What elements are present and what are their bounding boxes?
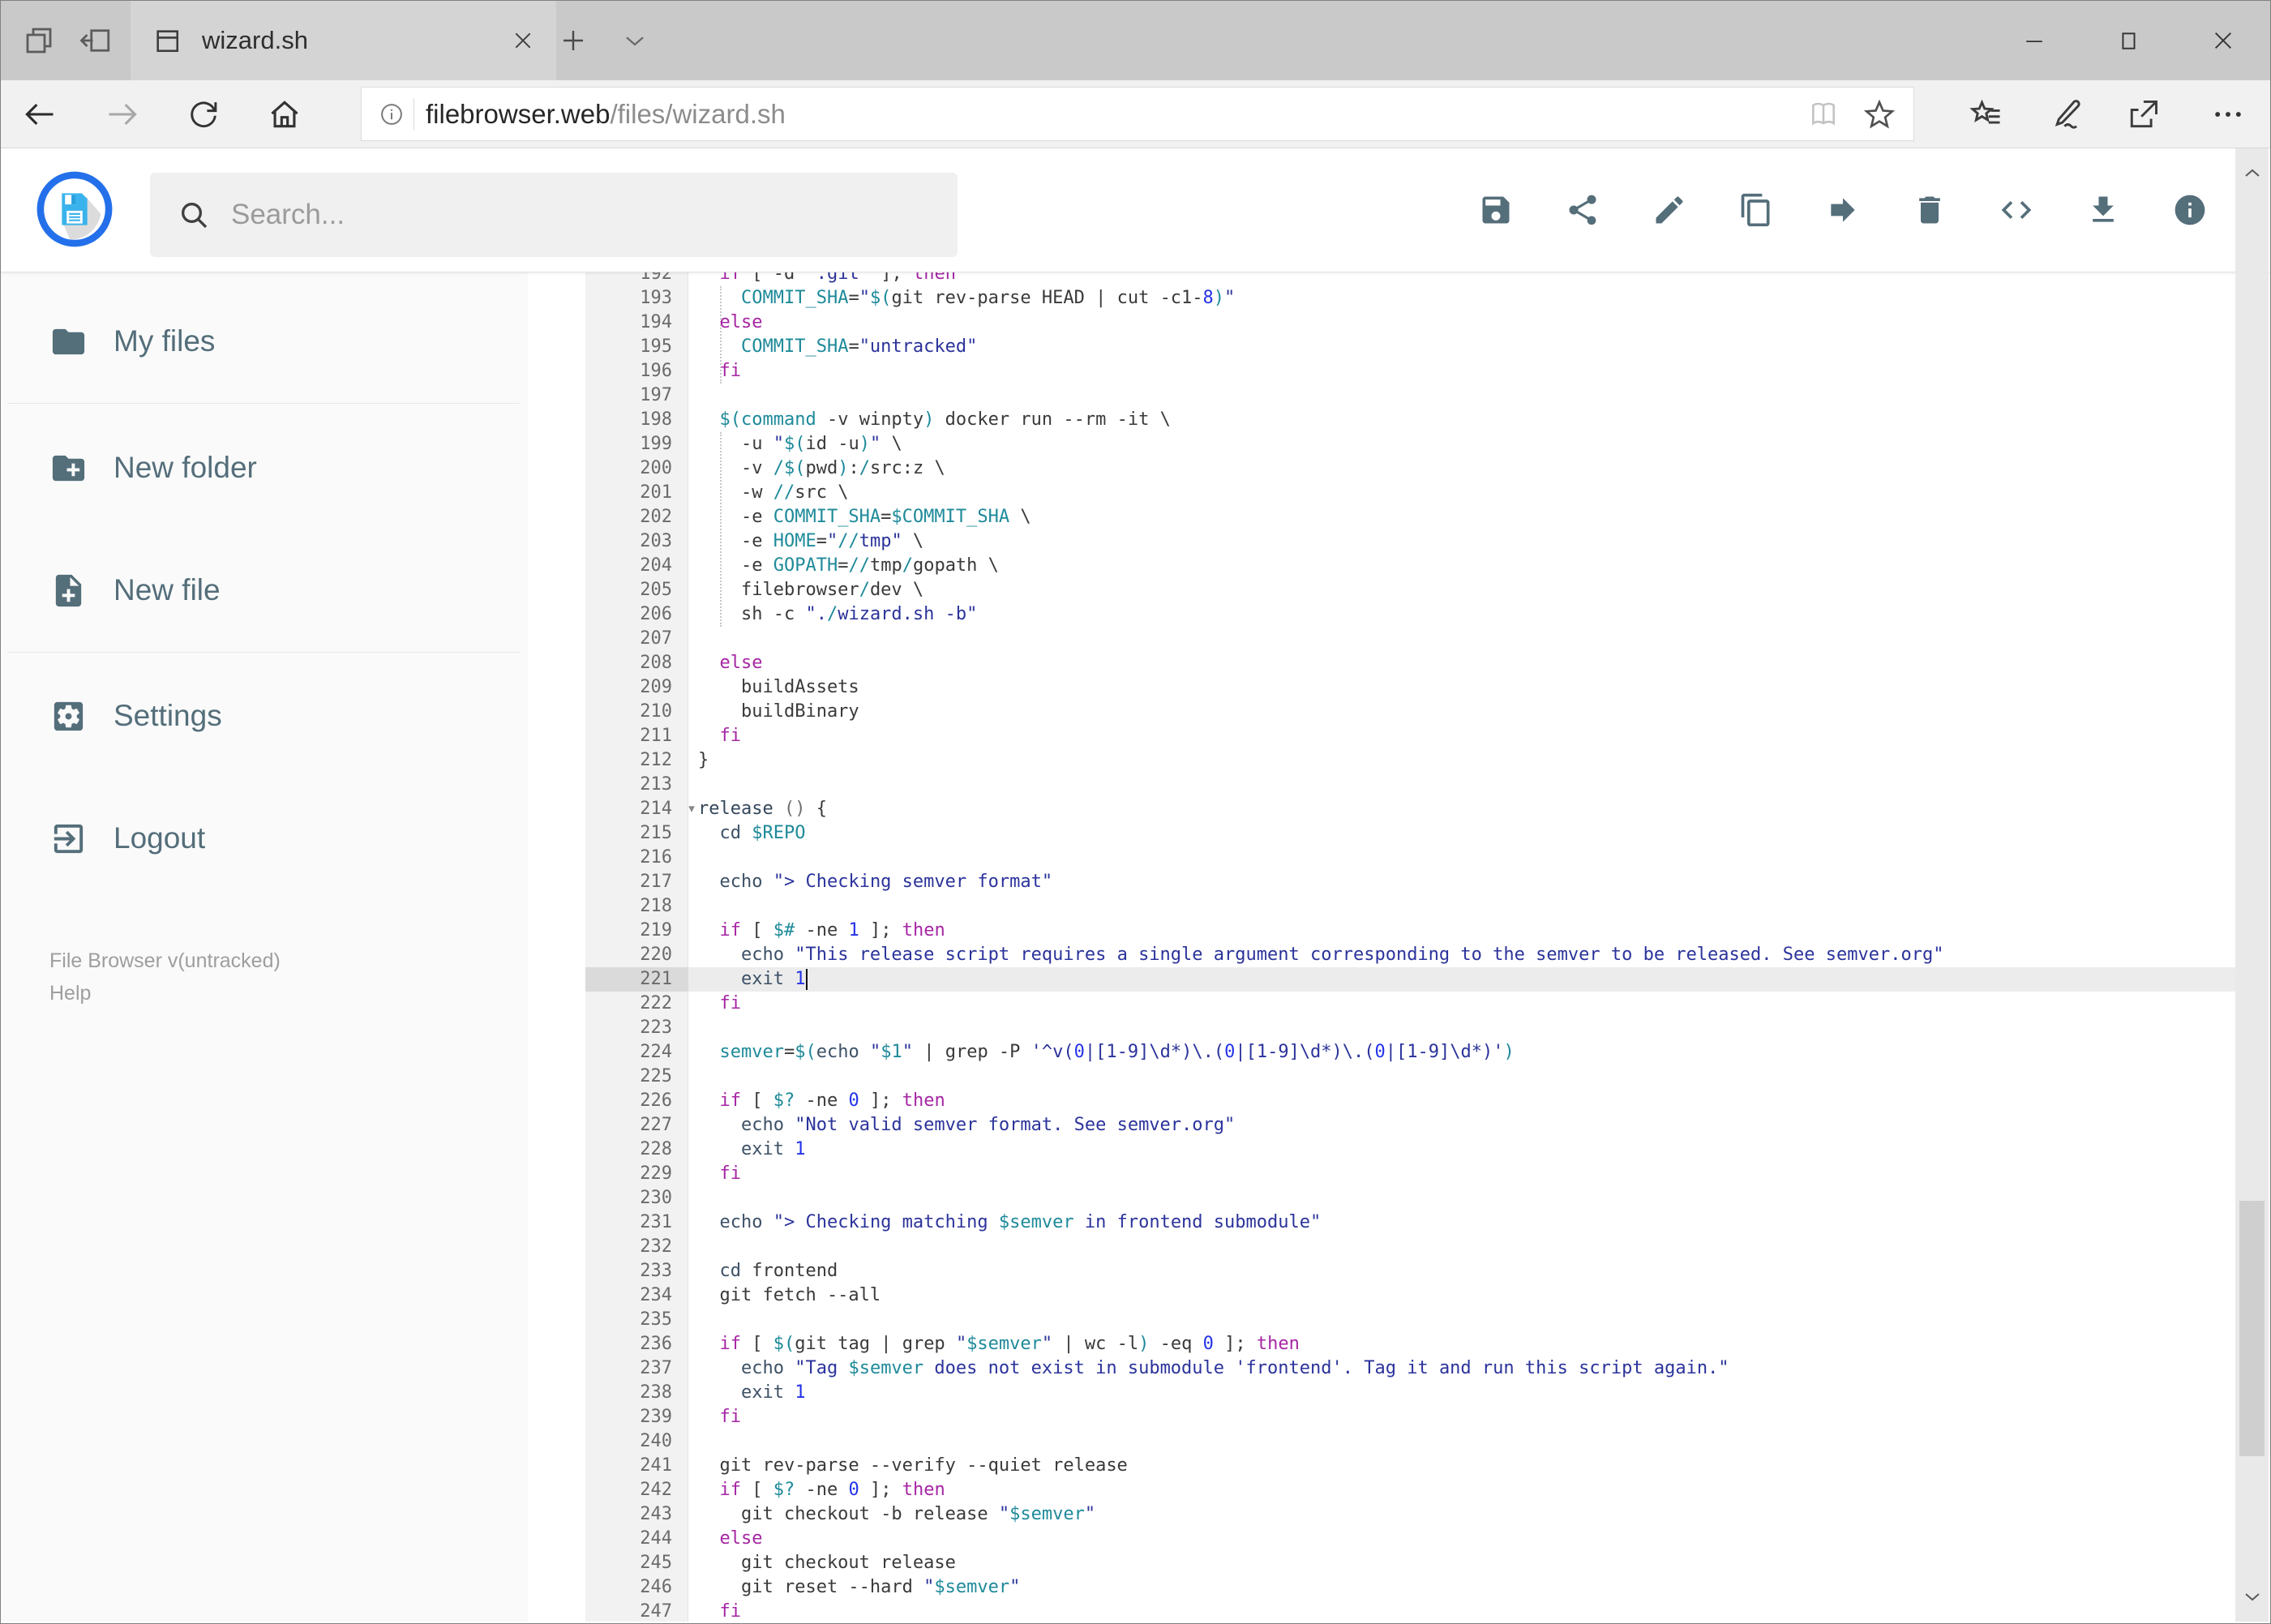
address-separator — [413, 97, 414, 131]
sidebar-item-new-file[interactable]: New file — [1, 559, 528, 621]
sidebar-divider — [7, 652, 520, 653]
home-icon[interactable] — [262, 92, 307, 137]
edit-button[interactable] — [1652, 192, 1687, 228]
tab-dropdown-chevron-icon[interactable] — [611, 1, 659, 80]
refresh-icon[interactable] — [181, 92, 226, 137]
search-input[interactable] — [229, 198, 849, 232]
code-editor[interactable]: 192 if [ -d ".git" ]; then 193 COMMIT_SHA… — [585, 272, 2237, 1622]
scroll-up-icon[interactable] — [2235, 155, 2269, 192]
search-icon — [178, 199, 210, 231]
more-ellipsis-icon[interactable] — [2205, 92, 2251, 137]
share-button[interactable] — [1565, 192, 1600, 228]
info-icon[interactable] — [379, 102, 404, 126]
tab-title: wizard.sh — [202, 26, 308, 54]
app-header — [1, 148, 2270, 272]
folder-icon — [52, 328, 85, 354]
share-icon[interactable] — [2120, 92, 2166, 137]
sidebar: My files New folder New file Settings Lo… — [1, 272, 528, 1622]
sidebar-item-label: New file — [114, 573, 221, 606]
url-text[interactable]: filebrowser.web/files/wizard.sh — [426, 99, 786, 130]
hub-favorites-icon[interactable] — [1964, 92, 2009, 137]
info-button[interactable] — [2172, 192, 2208, 228]
sidebar-item-label: My files — [114, 324, 216, 358]
sidebar-item-my-files[interactable]: My files — [1, 311, 528, 372]
sidebar-item-label: Settings — [114, 699, 222, 732]
version-text: File Browser v(untracked) — [49, 949, 281, 972]
title-bar: wizard.sh — [1, 1, 2270, 80]
favorite-star-icon[interactable] — [1863, 98, 1896, 131]
move-button[interactable] — [1825, 192, 1861, 228]
minimize-button[interactable] — [2002, 1, 2067, 80]
logout-icon — [54, 824, 84, 853]
sidebar-item-new-folder[interactable]: New folder — [1, 437, 528, 499]
reading-view-icon[interactable] — [1808, 99, 1839, 130]
sidebar-item-label: Logout — [114, 821, 206, 855]
settings-icon — [54, 701, 84, 731]
back-icon[interactable] — [17, 92, 62, 137]
save-button[interactable] — [1478, 192, 1514, 228]
forward-icon[interactable] — [100, 92, 145, 137]
search-bar[interactable] — [150, 173, 958, 257]
scrollbar-thumb[interactable] — [2239, 1201, 2265, 1456]
delete-button[interactable] — [1912, 192, 1947, 228]
new-tab-icon[interactable] — [549, 1, 598, 80]
nav-bar: filebrowser.web/files/wizard.sh — [1, 80, 2270, 148]
page-favicon-icon — [153, 27, 181, 54]
browser-tab[interactable]: wizard.sh — [131, 1, 556, 80]
sidebar-item-logout[interactable]: Logout — [1, 808, 528, 869]
source-code-button[interactable] — [1999, 192, 2034, 228]
set-tabs-aside-icon[interactable] — [72, 1, 119, 80]
page-scrollbar[interactable] — [2235, 148, 2269, 1622]
sidebar-item-settings[interactable]: Settings — [1, 685, 528, 747]
help-link[interactable]: Help — [49, 977, 281, 1009]
tab-close-icon[interactable] — [512, 30, 533, 51]
maximize-button[interactable] — [2097, 1, 2162, 80]
web-note-pen-icon[interactable] — [2045, 92, 2090, 137]
tab-preview-icon[interactable] — [15, 1, 62, 80]
copy-button[interactable] — [1738, 192, 1774, 228]
close-button[interactable] — [2191, 1, 2256, 80]
download-button[interactable] — [2085, 192, 2121, 228]
browser-window: wizard.sh filebrowser.web/files/wizard.s… — [0, 0, 2271, 1624]
scroll-down-icon[interactable] — [2235, 1578, 2269, 1615]
create-new-folder-icon — [52, 455, 85, 481]
new-file-icon — [55, 574, 82, 606]
sidebar-item-label: New folder — [114, 451, 257, 484]
sidebar-footer: File Browser v(untracked) Help — [49, 945, 281, 1009]
file-toolbar — [1478, 148, 2208, 272]
filebrowser-logo-icon[interactable] — [36, 171, 113, 247]
address-bar[interactable]: filebrowser.web/files/wizard.sh — [361, 87, 1914, 141]
sidebar-divider — [7, 403, 520, 404]
